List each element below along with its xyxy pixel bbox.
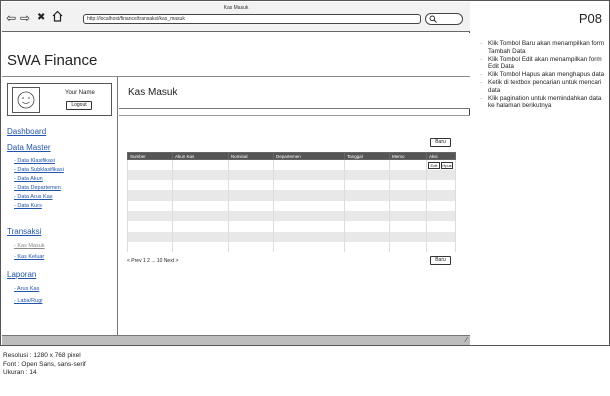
nav-data-arus-kas[interactable]: - Data Arus Kas	[14, 194, 53, 200]
user-face-icon	[17, 91, 35, 109]
avatar	[12, 87, 40, 113]
browser-search-box[interactable]	[425, 13, 463, 25]
table-row[interactable]	[127, 180, 456, 191]
annotation-panel: P08 Klik Tombol Baru akan menampilkan fo…	[471, 2, 610, 345]
table-row[interactable]	[127, 200, 456, 211]
wireframe-frame: Kas Masuk ⇦ ⇨ ✖ http://localhost/finance…	[0, 0, 610, 346]
resize-handle-icon[interactable]: ⁄	[466, 336, 467, 345]
app-title: SWA Finance	[7, 52, 98, 69]
page-id: P08	[578, 11, 602, 26]
nav-laporan[interactable]: Laporan	[7, 270, 36, 279]
forward-arrow-icon[interactable]: ⇨	[20, 12, 30, 24]
page-title: Kas Masuk	[128, 87, 178, 98]
spec-size: Ukuran : 14	[3, 369, 37, 376]
main-content: Baru Sumber Akun Kas Nominal Departemen …	[119, 115, 470, 335]
pagination[interactable]: < Prev 1 2 ... 10 Next >	[127, 258, 178, 264]
nav-kas-keluar[interactable]: - Kas Keluar	[14, 254, 44, 260]
new-button-bottom[interactable]: Baru	[430, 256, 451, 265]
main-header: Kas Masuk	[119, 77, 470, 109]
nav-laba-rugi[interactable]: - Laba/Rugi	[14, 298, 42, 304]
search-icon	[429, 15, 437, 23]
sidebar: Your Name Logout Dashboard Data Master -…	[2, 77, 118, 335]
table-header-row: Sumber Akun Kas Nominal Departemen Tangg…	[127, 152, 456, 160]
delete-button[interactable]: Hpus	[441, 161, 453, 169]
logout-button[interactable]: Logout	[66, 101, 92, 110]
column-header[interactable]: Memo	[389, 152, 427, 160]
nav-data-master[interactable]: Data Master	[7, 143, 51, 152]
table-row[interactable]	[127, 169, 456, 181]
user-name: Your Name	[65, 90, 95, 96]
nav-transaksi[interactable]: Transaksi	[7, 227, 41, 236]
spec-font: Font : Open Sans, sans-serif	[3, 360, 86, 368]
spec-resolution: Resolusi : 1280 x 768 pixel	[3, 352, 81, 359]
row-actions: Edit Hpus	[426, 159, 456, 170]
nav-data-klasifikasi[interactable]: - Data Klasifikasi	[14, 158, 55, 164]
nav-data-kurs[interactable]: - Data Kurs	[14, 203, 42, 209]
browser-titlebar: Kas Masuk ⇦ ⇨ ✖ http://localhost/finance…	[2, 2, 470, 32]
back-arrow-icon[interactable]: ⇦	[6, 12, 16, 24]
nav-dashboard[interactable]: Dashboard	[7, 127, 46, 136]
user-panel: Your Name Logout	[7, 83, 112, 116]
table-row[interactable]: Edit Hpus	[127, 159, 456, 170]
column-header[interactable]: Sumber	[127, 152, 173, 160]
table-row[interactable]	[127, 210, 456, 222]
browser-window: Kas Masuk ⇦ ⇨ ✖ http://localhost/finance…	[2, 2, 470, 345]
table-row[interactable]	[127, 241, 456, 253]
table-body: Edit Hpus	[127, 159, 456, 253]
table-row[interactable]	[127, 221, 456, 232]
browser-status-bar: ⁄	[2, 335, 470, 345]
nav-data-akun[interactable]: - Data Akun	[14, 176, 43, 182]
close-icon[interactable]: ✖	[37, 12, 45, 24]
annotation-item: Ketik di textbox pencarian untuk mencari…	[480, 79, 608, 95]
column-header[interactable]: Departemen	[273, 152, 345, 160]
nav-data-departemen[interactable]: - Data Departemen	[14, 185, 61, 191]
annotation-item: Klik Tombol Hapus akan menghapus data	[480, 71, 608, 79]
table-row[interactable]	[127, 190, 456, 201]
column-header[interactable]: Aksi	[426, 152, 456, 160]
edit-button[interactable]: Edit	[428, 161, 440, 169]
annotation-item: Klik Tombol Baru akan menampilkan form T…	[480, 40, 608, 56]
url-bar[interactable]: http://localhost/finance/transaksi/kas_m…	[83, 14, 421, 24]
spec-notes: Resolusi : 1280 x 768 pixel Font : Open …	[3, 352, 86, 378]
nav-arus-kas[interactable]: - Arus Kas	[14, 286, 39, 292]
annotation-item: Klik Tombol Edit akan menampilkan form E…	[480, 56, 608, 72]
column-header[interactable]: Tanggal	[344, 152, 390, 160]
window-title: Kas Masuk	[223, 5, 249, 11]
nav-kas-masuk[interactable]: - Kas Masuk	[14, 243, 45, 249]
column-header[interactable]: Akun Kas	[172, 152, 229, 160]
home-icon[interactable]	[52, 10, 63, 24]
app-header: SWA Finance	[2, 33, 470, 77]
table-row[interactable]	[127, 231, 456, 242]
nav-data-subklasifikasi[interactable]: - Data Subklasifikasi	[14, 167, 64, 173]
annotation-list: Klik Tombol Baru akan menampilkan form T…	[480, 40, 608, 110]
annotation-item: Klik pagination untuk memindahkan data k…	[480, 95, 608, 111]
kas-masuk-table: Sumber Akun Kas Nominal Departemen Tangg…	[127, 152, 456, 253]
new-button-top[interactable]: Baru	[430, 138, 451, 147]
column-header[interactable]: Nominal	[228, 152, 274, 160]
